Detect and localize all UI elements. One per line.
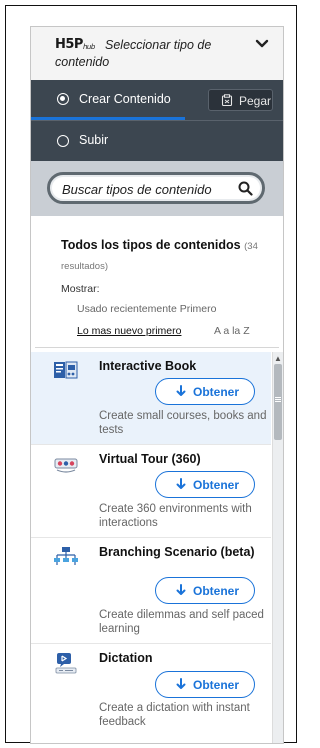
tab-create-label: Crear Contenido	[79, 92, 171, 106]
filter-section: Todos los tipos de contenidos (34 result…	[31, 216, 283, 352]
sort-a-z[interactable]: A a la Z	[214, 325, 250, 337]
radio-selected-dot	[60, 96, 65, 101]
get-button-label: Obtener	[193, 478, 240, 492]
window-frame: Seleccionar tipo de contenido H5Phub Cre…	[5, 5, 297, 744]
list-item[interactable]: Branching Scenario (beta) Obtener Create…	[31, 538, 271, 644]
interactive-book-icon	[54, 361, 78, 379]
arrow-down-icon	[176, 385, 186, 396]
virtual-tour-icon	[54, 458, 78, 473]
branching-scenario-icon	[54, 547, 78, 565]
item-title: Interactive Book	[99, 359, 197, 373]
search-input[interactable]	[62, 180, 232, 198]
item-title: Virtual Tour (360)	[99, 452, 201, 466]
get-button[interactable]: Obtener	[155, 671, 255, 698]
item-description: Create dilemmas and self paced learning	[99, 609, 264, 635]
arrow-down-icon	[176, 678, 186, 689]
tab-upload-label: Subir	[79, 133, 109, 147]
sort-newest[interactable]: Lo mas nuevo primero	[77, 325, 181, 337]
get-button-label: Obtener	[193, 584, 240, 598]
paste-button[interactable]: Pegar	[208, 89, 273, 111]
list-item[interactable]: Dictation Obtener Create a dictation wit…	[31, 644, 271, 743]
item-description: Create a dictation with instant feedback	[99, 702, 250, 728]
list-scrollbar[interactable]: ▲	[272, 352, 283, 743]
tab-create-content[interactable]: Crear Contenido	[31, 80, 185, 120]
show-label: Mostrar:	[61, 283, 100, 295]
thumb-grip	[275, 397, 281, 398]
logo-text: H5P	[55, 37, 83, 52]
search-field[interactable]	[47, 172, 265, 204]
search-icon[interactable]	[238, 181, 253, 196]
hub-header[interactable]: Seleccionar tipo de contenido H5Phub	[31, 27, 283, 80]
arrow-down-icon	[176, 478, 186, 489]
results-heading: Todos los tipos de contenidos (34 result…	[61, 236, 271, 276]
upload-radio[interactable]	[57, 135, 69, 147]
get-button[interactable]: Obtener	[155, 471, 255, 498]
item-description: Create small courses, books and tests	[99, 410, 267, 436]
tab-upload[interactable]: Subir	[31, 120, 283, 160]
list-item[interactable]: Interactive Book Obtener Create small co…	[31, 352, 271, 445]
item-title: Branching Scenario (beta)	[99, 545, 255, 559]
search-bar	[31, 161, 283, 216]
logo-sub: hub	[82, 43, 95, 51]
sort-recent[interactable]: Usado recientemente Primero	[77, 303, 216, 315]
all-types-title: Todos los tipos de contenidos	[61, 238, 241, 252]
divider	[35, 347, 279, 348]
get-button[interactable]: Obtener	[155, 378, 255, 405]
content-type-list: Interactive Book Obtener Create small co…	[31, 352, 271, 743]
arrow-down-icon	[176, 584, 186, 595]
dictation-icon	[55, 653, 77, 674]
item-title: Dictation	[99, 651, 153, 665]
h5p-logo: H5Phub	[55, 37, 95, 52]
chevron-down-icon[interactable]	[255, 37, 269, 51]
create-radio[interactable]	[57, 93, 69, 105]
scrollbar-thumb[interactable]	[274, 364, 282, 440]
scroll-up-arrow-icon[interactable]: ▲	[274, 354, 282, 363]
h5p-hub: Seleccionar tipo de contenido H5Phub Cre…	[30, 26, 284, 744]
item-description: Create 360 environments with interaction…	[99, 503, 252, 529]
list-item[interactable]: Virtual Tour (360) Obtener Create 360 en…	[31, 445, 271, 538]
paste-label: Pegar	[239, 94, 272, 108]
get-button[interactable]: Obtener	[155, 577, 255, 604]
clipboard-icon	[221, 94, 233, 106]
tab-panel: Crear Contenido Pegar Subir	[31, 80, 283, 161]
get-button-label: Obtener	[193, 385, 240, 399]
get-button-label: Obtener	[193, 678, 240, 692]
